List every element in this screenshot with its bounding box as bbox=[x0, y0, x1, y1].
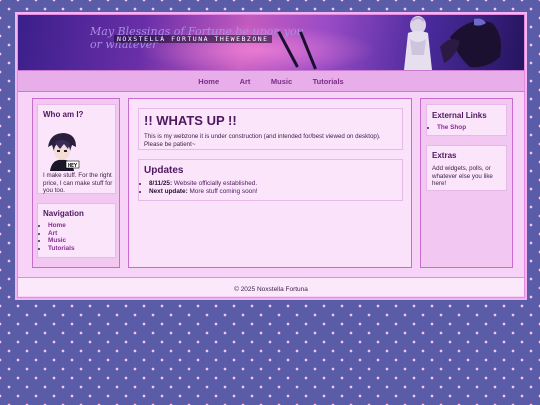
extras-box: Extras Add widgets, polls, or whatever e… bbox=[426, 145, 507, 191]
sidebar-item-art: Art bbox=[48, 230, 75, 238]
main-content: !! WHATS UP !! This is my webzone it is … bbox=[128, 98, 412, 268]
left-sidebar: Who am I? HEY I make stuff. For the righ… bbox=[32, 98, 120, 268]
whatsup-title: !! WHATS UP !! bbox=[144, 113, 237, 128]
external-links-box: External Links The Shop bbox=[426, 104, 507, 136]
sidebar-link-tutorials[interactable]: Tutorials bbox=[48, 245, 75, 252]
external-link-item: The Shop bbox=[437, 124, 466, 132]
sidebar-item-tutorials: Tutorials bbox=[48, 245, 75, 253]
updates-title: Updates bbox=[144, 165, 184, 176]
navigation-box: Navigation Home Art Music Tutorials bbox=[37, 203, 116, 258]
update-date: 8/11/25: bbox=[149, 180, 173, 187]
external-links-title: External Links bbox=[432, 111, 487, 120]
avatar-caption: HEY bbox=[68, 163, 78, 169]
nav-link-music[interactable]: Music bbox=[271, 72, 292, 92]
nav-link-art[interactable]: Art bbox=[240, 72, 251, 92]
update-text: More stuff coming soon! bbox=[189, 187, 258, 195]
external-links-list: The Shop bbox=[427, 124, 466, 132]
navigation-list: Home Art Music Tutorials bbox=[38, 222, 75, 252]
content-area: Who am I? HEY I make stuff. For the righ… bbox=[18, 92, 524, 278]
top-navigation: Home Art Music Tutorials bbox=[18, 71, 524, 92]
about-text: I make stuff. For the right price, I can… bbox=[43, 172, 113, 194]
shop-link[interactable]: The Shop bbox=[437, 124, 466, 131]
updates-list: 8/11/25: Website officially established.… bbox=[139, 180, 404, 195]
site-brand: NOXSTELLA FORTUNA THEWEBZONE bbox=[114, 35, 272, 43]
page-footer: © 2025 Noxstella Fortuna bbox=[18, 278, 524, 296]
about-title: Who am I? bbox=[43, 110, 84, 119]
sidebar-link-music[interactable]: Music bbox=[48, 237, 66, 244]
update-item: Next update: More stuff coming soon! bbox=[149, 188, 404, 196]
extras-title: Extras bbox=[432, 151, 457, 160]
nav-link-tutorials[interactable]: Tutorials bbox=[313, 72, 344, 92]
about-box: Who am I? HEY I make stuff. For the righ… bbox=[37, 104, 116, 194]
update-date: Next update: bbox=[149, 187, 188, 195]
sidebar-item-home: Home bbox=[48, 222, 75, 230]
whatsup-box: !! WHATS UP !! This is my webzone it is … bbox=[138, 108, 403, 150]
update-item: 8/11/25: Website officially established. bbox=[149, 180, 404, 188]
header-banner: May Blessings of Fortune be upon you or … bbox=[18, 15, 524, 71]
extras-text: Add widgets, polls, or whatever else you… bbox=[432, 165, 493, 187]
sidebar-item-music: Music bbox=[48, 237, 75, 245]
updates-box: Updates 8/11/25: Website officially esta… bbox=[138, 159, 403, 201]
sidebar-link-home[interactable]: Home bbox=[48, 222, 66, 229]
right-sidebar: External Links The Shop Extras Add widge… bbox=[420, 98, 513, 268]
site-container: May Blessings of Fortune be upon you or … bbox=[17, 14, 525, 298]
update-text: Website officially established. bbox=[173, 180, 258, 187]
navigation-title: Navigation bbox=[43, 209, 84, 218]
sidebar-link-art[interactable]: Art bbox=[48, 230, 57, 237]
footer-text: © 2025 Noxstella Fortuna bbox=[234, 286, 308, 293]
wings-illustration bbox=[440, 18, 501, 68]
nav-link-home[interactable]: Home bbox=[198, 72, 219, 92]
whatsup-text: This is my webzone it is under construct… bbox=[144, 133, 381, 148]
